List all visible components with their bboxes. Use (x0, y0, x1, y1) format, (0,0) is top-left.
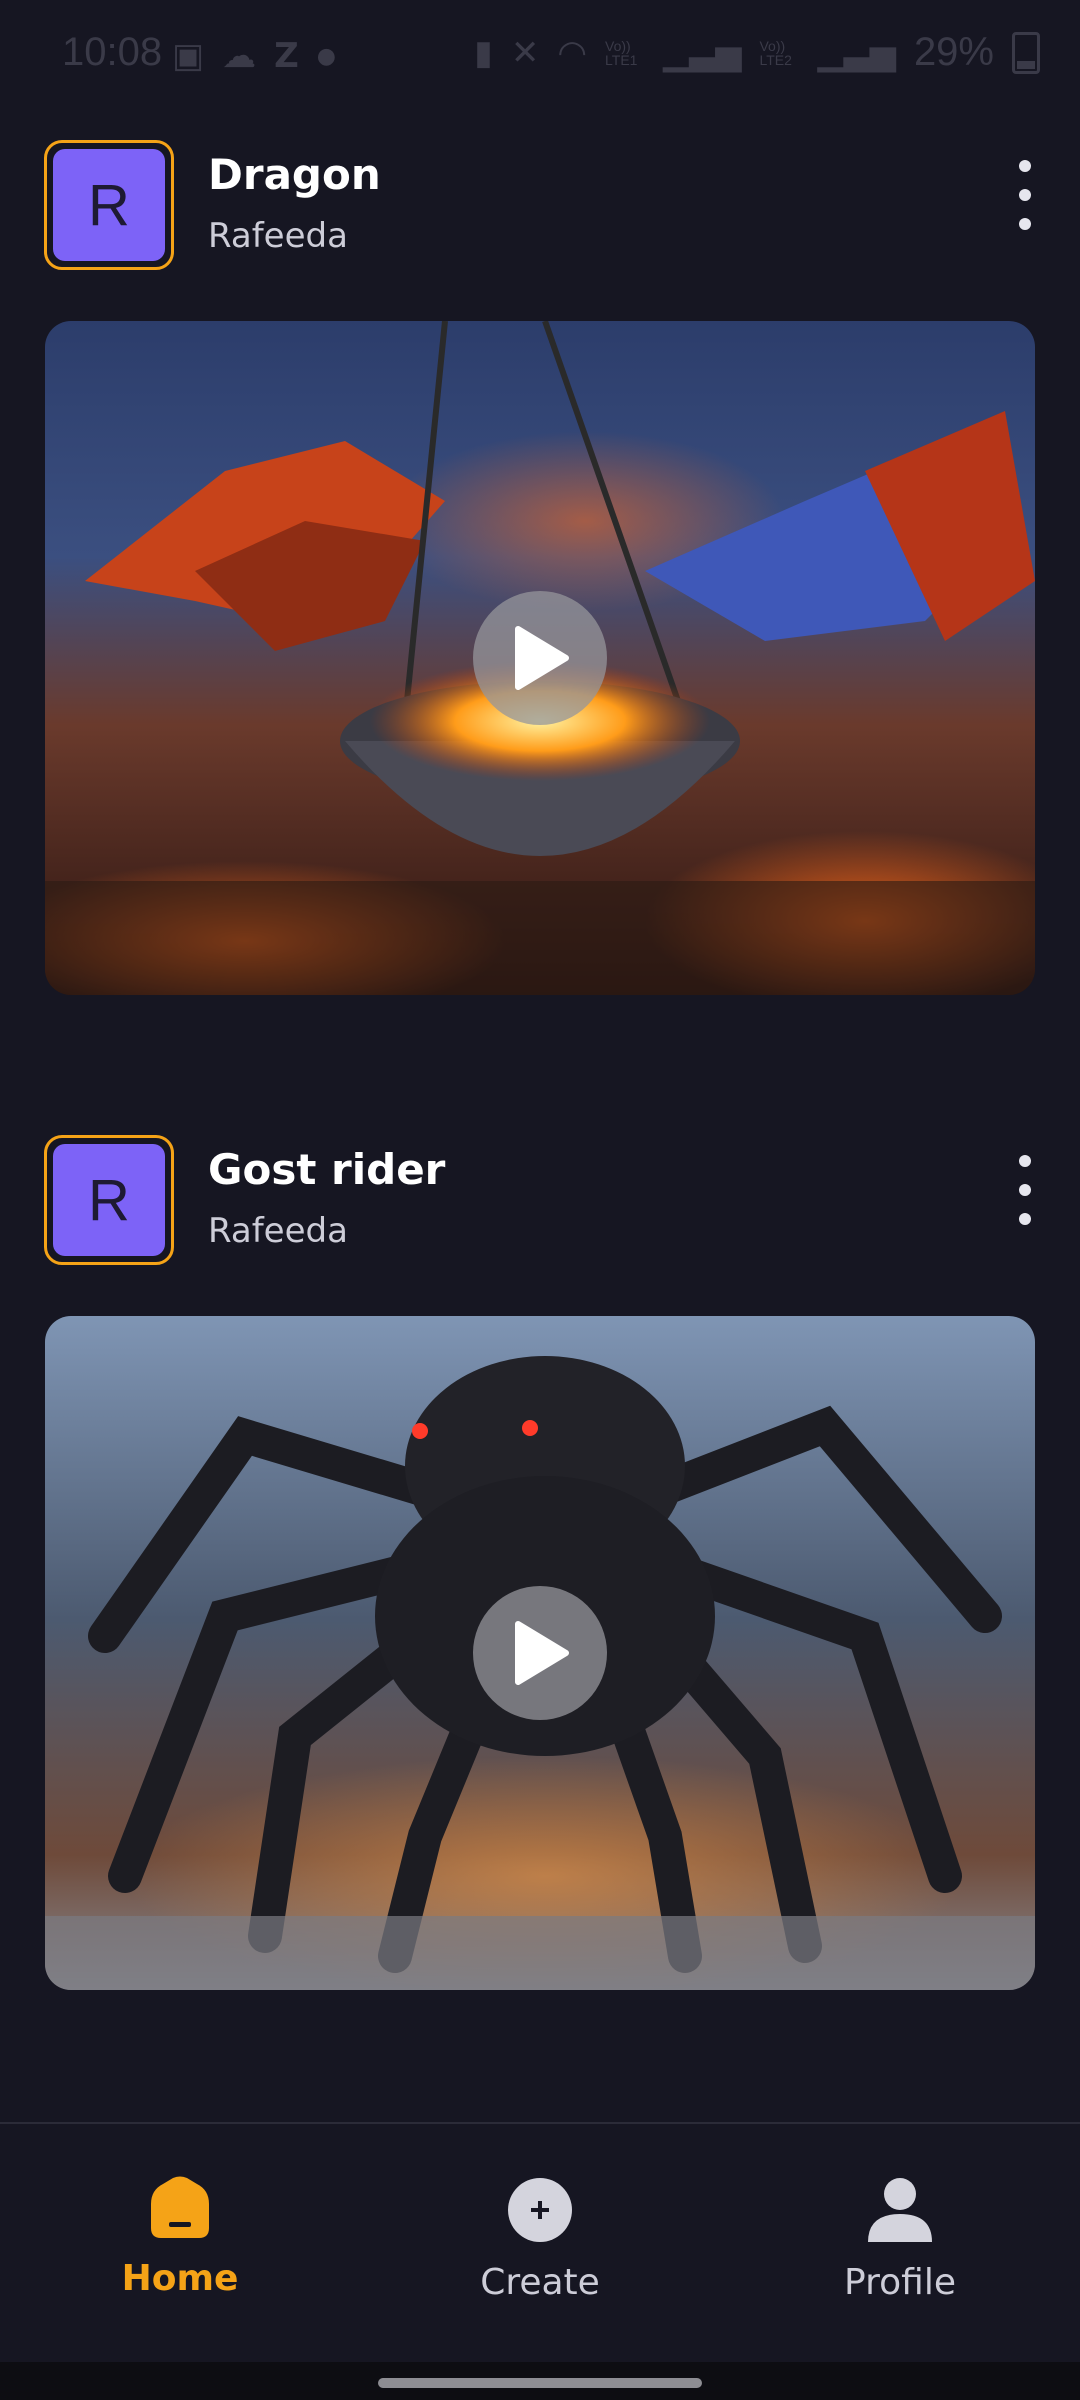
more-dot (1019, 1155, 1031, 1167)
gallery-icon: ▣ (172, 36, 205, 76)
battery-percent: 29% (913, 30, 994, 74)
more-options-button[interactable] (1010, 160, 1040, 230)
post-header: R Gost rider Rafeeda (0, 1135, 1080, 1275)
nav-home[interactable]: Home (50, 2176, 310, 2299)
nav-profile[interactable]: Profile (770, 2176, 1030, 2303)
signal-1-label: Vo)) LTE1 (605, 37, 638, 68)
more-dot (1019, 1213, 1031, 1225)
post-author: Rafeeda (208, 216, 348, 256)
home-icon (151, 2176, 209, 2238)
mute-icon: ✕ (510, 33, 540, 72)
signal-2-icon: ▁▃▅ (817, 33, 896, 72)
battery-icon (1012, 31, 1040, 74)
more-dot (1019, 1184, 1031, 1196)
battery-saver-icon: ▮ (474, 33, 493, 72)
avatar-letter: R (53, 149, 165, 261)
dot-icon: ● (316, 43, 336, 69)
play-button[interactable] (473, 591, 607, 725)
system-icons: ▮ ✕ ◠ Vo)) LTE1 ▁▃▅ Vo)) LTE2 ▁▃▅ 29% (474, 30, 1040, 75)
status-time: 10:08 (62, 30, 163, 74)
wifi-icon: ◠ (557, 33, 588, 72)
nav-home-label: Home (121, 2258, 239, 2299)
status-bar: 10:08 ▣ ☁ Z ● ▮ ✕ ◠ Vo)) LTE1 ▁▃▅ Vo)) L… (0, 0, 1080, 110)
more-dot (1019, 218, 1031, 230)
bottom-navigation: Home Create Profile (0, 2122, 1080, 2364)
more-dot (1019, 160, 1031, 172)
more-options-button[interactable] (1010, 1155, 1040, 1225)
gesture-handle[interactable] (378, 2378, 702, 2388)
post-header: R Dragon Rafeeda (0, 140, 1080, 280)
post-card: R Dragon Rafeeda (0, 140, 1080, 995)
cloud-icon: ☁ (222, 36, 257, 76)
gesture-area (0, 2362, 1080, 2400)
z-app-icon: Z (274, 36, 299, 76)
video-thumbnail[interactable] (45, 321, 1035, 995)
play-button[interactable] (473, 1586, 607, 1720)
post-title: Gost rider (208, 1145, 446, 1194)
play-icon (515, 626, 569, 690)
nav-create-label: Create (480, 2262, 600, 2303)
play-icon (515, 1621, 569, 1685)
avatar-letter: R (53, 1144, 165, 1256)
plus-circle-icon (508, 2178, 572, 2242)
avatar[interactable]: R (44, 140, 174, 270)
post-title: Dragon (208, 150, 381, 199)
nav-create[interactable]: Create (410, 2176, 670, 2303)
notification-icons: ▣ ☁ Z ● (172, 36, 336, 76)
nav-profile-label: Profile (844, 2262, 956, 2303)
signal-1-icon: ▁▃▅ (663, 33, 742, 72)
more-dot (1019, 189, 1031, 201)
user-icon (868, 2178, 932, 2242)
avatar[interactable]: R (44, 1135, 174, 1265)
signal-2-label: Vo)) LTE2 (759, 37, 792, 68)
post-author: Rafeeda (208, 1211, 348, 1251)
video-thumbnail[interactable] (45, 1316, 1035, 1990)
post-card: R Gost rider Rafeeda (0, 1135, 1080, 1990)
